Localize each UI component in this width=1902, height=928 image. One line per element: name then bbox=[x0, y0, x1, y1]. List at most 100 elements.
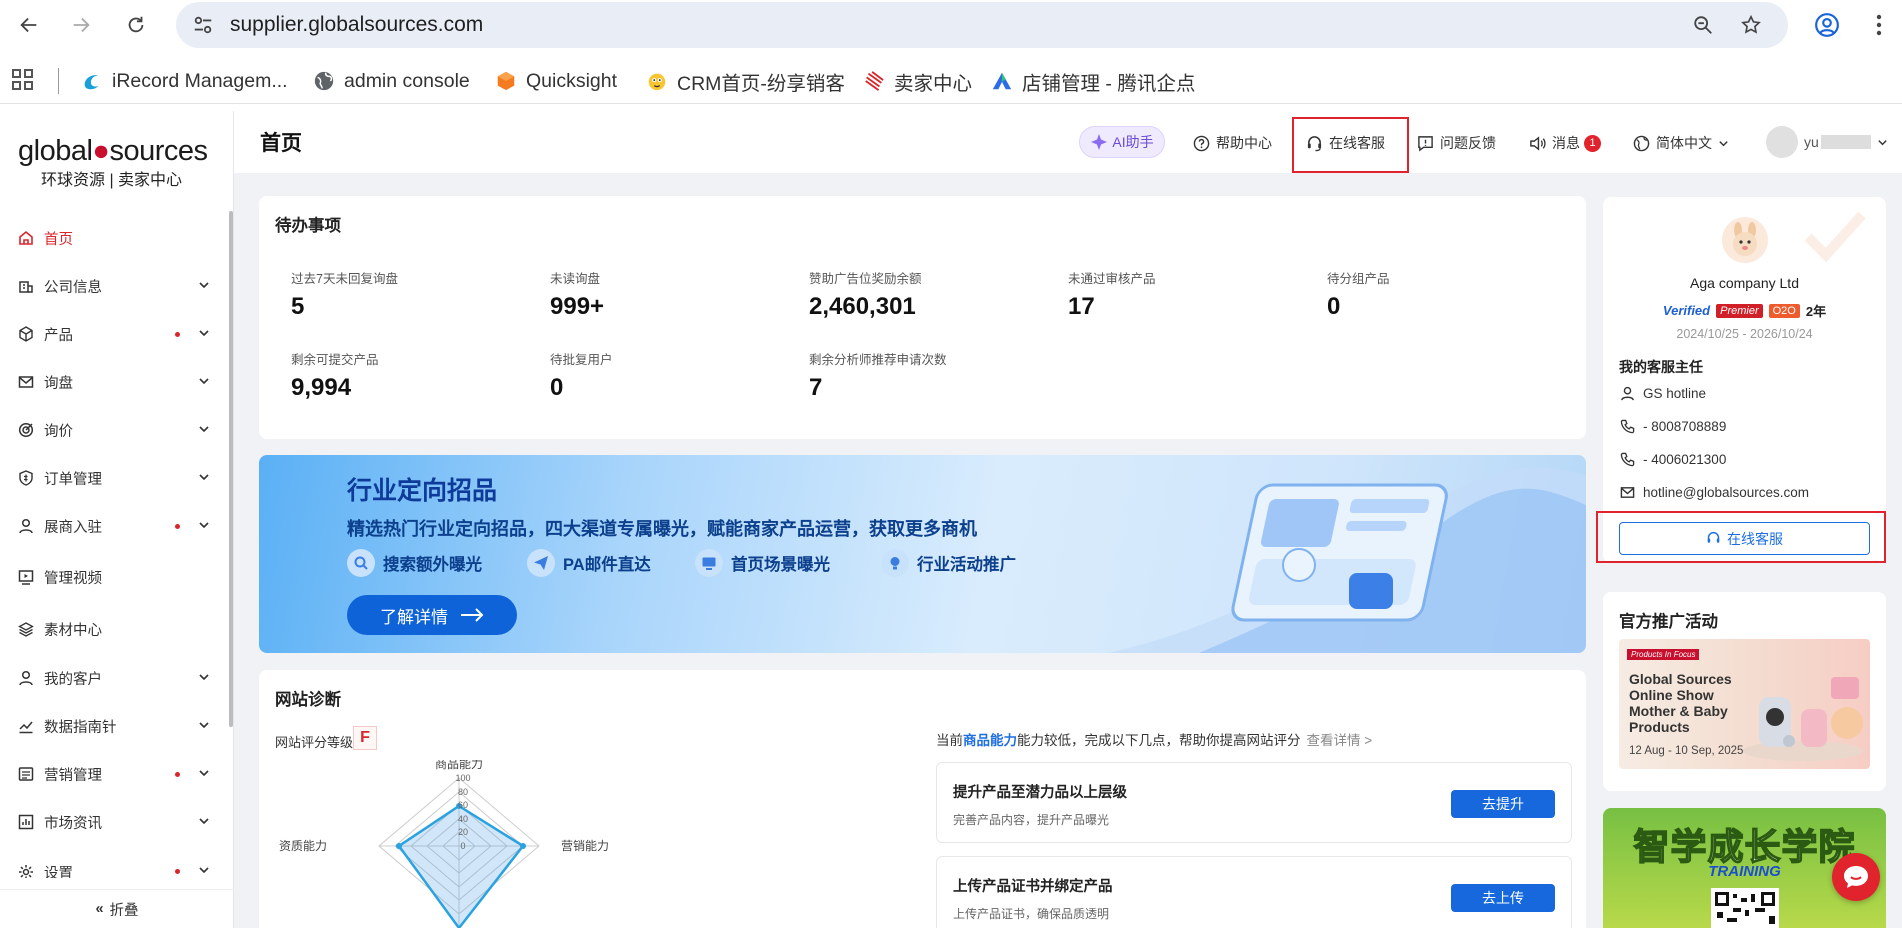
user-icon bbox=[1619, 385, 1635, 401]
bookmark-tencent-qidian[interactable]: 店铺管理 - 腾讯企点 bbox=[990, 66, 1195, 96]
apps-grid-icon[interactable] bbox=[12, 69, 34, 91]
sidebar-item-marketing[interactable]: 营销管理 bbox=[0, 754, 222, 794]
promo-event-date: 12 Aug - 10 Sep, 2025 bbox=[1629, 745, 1744, 757]
radar-tick: 20 bbox=[458, 827, 468, 837]
browser-menu-icon[interactable] bbox=[1862, 8, 1896, 42]
bookmark-star-icon[interactable] bbox=[1740, 14, 1762, 36]
site-settings-icon[interactable] bbox=[192, 14, 214, 36]
diagnosis-title: 网站诊断 bbox=[275, 691, 341, 709]
back-button[interactable] bbox=[12, 8, 46, 42]
feedback-link[interactable]: 问题反馈 bbox=[1416, 133, 1496, 153]
address-bar[interactable]: supplier.globalsources.com bbox=[176, 2, 1788, 48]
chevron-down-icon bbox=[198, 279, 210, 291]
sidebar-item-inquiries[interactable]: 询盘 bbox=[0, 362, 222, 402]
sidebar-item-settings[interactable]: 设置 bbox=[0, 850, 222, 878]
bookmark-seller-center[interactable]: 卖家中心 bbox=[862, 66, 972, 96]
profile-icon[interactable] bbox=[1810, 8, 1844, 42]
bookmark-irecord[interactable]: iRecord Managem... bbox=[80, 66, 288, 96]
account-manager-title: 我的客服主任 bbox=[1619, 359, 1703, 375]
upload-button[interactable]: 去上传 bbox=[1451, 884, 1555, 912]
sidebar-item-exhibitor[interactable]: 展商入驻 bbox=[0, 506, 222, 546]
stat-ungrouped-products[interactable]: 待分组产品 0 bbox=[1327, 268, 1527, 321]
reload-button[interactable] bbox=[119, 8, 153, 42]
stat-label: 过去7天未回复询盘 bbox=[291, 272, 398, 286]
notification-dot bbox=[175, 869, 180, 874]
url-text[interactable]: supplier.globalsources.com bbox=[230, 13, 483, 37]
user-menu[interactable]: yu bbox=[1766, 126, 1888, 158]
grade-label: 网站评分等级: bbox=[275, 735, 357, 750]
contact-email[interactable]: hotline@globalsources.com bbox=[1619, 484, 1809, 500]
screen-icon bbox=[695, 549, 723, 577]
ai-assistant-button[interactable]: AI助手 bbox=[1079, 126, 1165, 158]
search-icon bbox=[347, 549, 375, 577]
help-center-label: 帮助中心 bbox=[1216, 135, 1272, 151]
zoom-icon[interactable] bbox=[1692, 14, 1714, 36]
messages-link[interactable]: 消息 1 bbox=[1528, 133, 1601, 153]
banner-subtitle: 精选热门行业定向招品，四大渠道专属曝光，赋能商家产品运营，获取更多商机 bbox=[347, 519, 977, 539]
help-center-link[interactable]: 帮助中心 bbox=[1192, 133, 1272, 153]
collapse-sidebar-button[interactable]: « 折叠 bbox=[0, 889, 234, 928]
sidebar-item-materials[interactable]: 素材中心 bbox=[0, 609, 222, 649]
user-name-redacted bbox=[1820, 135, 1871, 149]
stat-rejected-products[interactable]: 未通过审核产品 17 bbox=[1068, 268, 1268, 321]
language-selector[interactable]: 简体中文 bbox=[1632, 133, 1729, 153]
chevron-down-icon bbox=[198, 423, 210, 435]
bookmark-admin-console[interactable]: admin console bbox=[312, 66, 470, 96]
stat-unreplied-inquiries[interactable]: 过去7天未回复询盘 5 bbox=[291, 268, 491, 321]
logo-subtitle: 环球资源 | 卖家中心 bbox=[41, 172, 183, 189]
stat-analyst-requests[interactable]: 剩余分析师推荐申请次数 7 bbox=[809, 349, 1009, 402]
stat-unread-inquiries[interactable]: 未读询盘 999+ bbox=[550, 268, 750, 321]
user-name: yu bbox=[1804, 134, 1819, 150]
chart-icon bbox=[16, 716, 36, 736]
view-details-link[interactable]: 查看详情 > bbox=[1307, 733, 1373, 748]
stat-ad-reward-balance[interactable]: 赞助广告位奖励余额 2,460,301 bbox=[809, 268, 1009, 321]
sidebar-item-home[interactable]: 首页 bbox=[0, 218, 222, 258]
chevron-down-icon bbox=[198, 471, 210, 483]
radar-tick: 60 bbox=[458, 800, 468, 810]
global-sources-logo[interactable]: global●sources 环球资源 | 卖家中心 bbox=[18, 135, 218, 190]
sidebar-item-rfq[interactable]: 询价 bbox=[0, 410, 222, 450]
page-title: 首页 bbox=[260, 132, 302, 155]
sidebar-item-market-news[interactable]: 市场资讯 bbox=[0, 802, 222, 842]
bookmark-label: iRecord Managem... bbox=[112, 69, 288, 92]
stat-value: 9,994 bbox=[291, 374, 352, 401]
marketing-icon bbox=[16, 764, 36, 784]
diagnosis-hint: 当前商品能力能力较低，完成以下几点，帮助你提高网站评分 查看详情 > bbox=[936, 733, 1373, 748]
messages-count-badge: 1 bbox=[1584, 134, 1601, 152]
chevron-down-icon bbox=[198, 671, 210, 683]
floating-chat-button[interactable] bbox=[1832, 853, 1880, 901]
company-avatar bbox=[1722, 217, 1768, 263]
notification-dot bbox=[175, 332, 180, 337]
improve-button[interactable]: 去提升 bbox=[1451, 790, 1555, 818]
promo-title: 官方推广活动 bbox=[1619, 613, 1718, 631]
task-item: 提升产品至潜力品以上层级 完善产品内容，提升产品曝光 去提升 bbox=[936, 762, 1572, 843]
irecord-icon bbox=[80, 69, 104, 93]
sidebar-scrollbar[interactable] bbox=[229, 211, 233, 727]
notification-dot bbox=[175, 524, 180, 529]
task-title: 提升产品至潜力品以上层级 bbox=[953, 785, 1127, 801]
sidebar-item-products[interactable]: 产品 bbox=[0, 314, 222, 354]
sidebar-item-orders[interactable]: 订单管理 bbox=[0, 458, 222, 498]
sidebar-item-videos[interactable]: 管理视频 bbox=[0, 557, 222, 597]
phone-icon bbox=[1619, 418, 1635, 434]
learn-more-button[interactable]: 了解详情 bbox=[347, 595, 517, 635]
promo-banner[interactable]: Products In Focus Global Sources Online … bbox=[1619, 639, 1870, 769]
membership-period: 2024/10/25 - 2026/10/24 bbox=[1676, 327, 1813, 341]
bookmark-label: 卖家中心 bbox=[894, 72, 973, 95]
sidebar-item-company-info[interactable]: 公司信息 bbox=[0, 266, 222, 306]
speaker-icon bbox=[1528, 134, 1546, 152]
bookmark-quicksight[interactable]: Quicksight bbox=[494, 66, 617, 96]
stat-label: 未读询盘 bbox=[550, 272, 601, 286]
sidebar-item-label: 订单管理 bbox=[44, 471, 102, 488]
baby-products-illustration bbox=[1743, 677, 1863, 761]
learn-more-label: 了解详情 bbox=[380, 607, 448, 627]
task-desc: 完善产品内容，提升产品曝光 bbox=[953, 813, 1110, 827]
forward-button[interactable] bbox=[64, 8, 98, 42]
bookmark-crm[interactable]: CRM首页-纷享销客 bbox=[645, 66, 845, 96]
layers-icon bbox=[16, 619, 36, 639]
collapse-label: 折叠 bbox=[109, 902, 139, 919]
stat-remaining-products[interactable]: 剩余可提交产品 9,994 bbox=[291, 349, 491, 402]
sidebar-item-data-compass[interactable]: 数据指南针 bbox=[0, 706, 222, 746]
stat-pending-users[interactable]: 待批复用户 0 bbox=[550, 349, 750, 402]
sidebar-item-customers[interactable]: 我的客户 bbox=[0, 658, 222, 698]
